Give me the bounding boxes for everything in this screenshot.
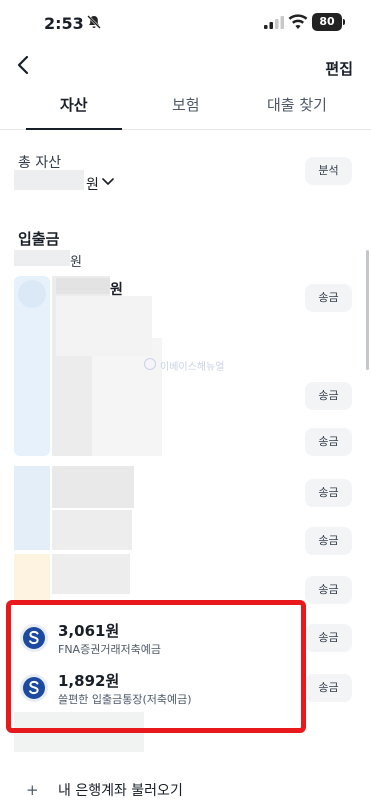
total-assets-label: 총 자산 <box>18 155 62 171</box>
blurred-account-region <box>14 554 50 600</box>
analysis-button[interactable]: 분석 <box>305 157 352 185</box>
account-amount-unit: 원 <box>110 282 123 298</box>
transfer-button[interactable]: 송금 <box>305 576 352 604</box>
edit-button[interactable]: 편집 <box>325 58 353 79</box>
account-name: FNA증권거래저축예금 <box>58 643 162 656</box>
total-assets-unit: 원 <box>86 177 99 193</box>
status-time: 2:53 <box>44 14 84 33</box>
transfer-button[interactable]: 송금 <box>305 624 352 652</box>
blurred-account-region <box>14 466 50 550</box>
blurred-section-amount <box>14 250 70 266</box>
account-name: 쓸편한 입출금통장(저축예금) <box>58 693 192 706</box>
active-tab-indicator <box>26 128 122 130</box>
bank-logo-icon <box>18 280 46 308</box>
deposit-section-title: 입출금 <box>18 230 60 248</box>
deposit-section-unit: 원 <box>70 255 82 270</box>
asset-tabs: 자산 보험 대출 찾기 <box>0 90 371 130</box>
blurred-total-amount <box>14 170 84 190</box>
scrollbar[interactable] <box>366 250 369 370</box>
battery-indicator: 80 <box>312 13 342 31</box>
transfer-button[interactable]: 송금 <box>305 674 352 702</box>
watermark-text: 이베이스해뉴얼 <box>160 362 225 373</box>
tab-assets[interactable]: 자산 <box>60 94 88 115</box>
blurred-account-region <box>52 466 134 508</box>
bank-logo-icon <box>20 624 48 652</box>
plus-icon[interactable]: + <box>26 781 39 799</box>
transfer-button[interactable]: 송금 <box>305 428 352 456</box>
watermark-logo-icon <box>144 358 156 370</box>
blurred-account-amount <box>56 278 110 294</box>
highlight-box <box>6 600 306 733</box>
bell-off-icon <box>87 15 101 29</box>
transfer-button[interactable]: 송금 <box>305 479 352 507</box>
account-balance: 3,061원 <box>58 622 120 640</box>
bank-logo-icon <box>20 674 48 702</box>
account-balance: 1,892원 <box>58 672 120 690</box>
blurred-account-region <box>52 510 132 550</box>
chevron-down-icon[interactable] <box>102 178 114 186</box>
back-arrow-icon[interactable] <box>12 52 38 78</box>
blurred-account-region <box>56 296 152 356</box>
tab-insurance[interactable]: 보험 <box>172 94 200 115</box>
import-bank-account-link[interactable]: 내 은행계좌 불러오기 <box>58 780 183 800</box>
wifi-icon <box>288 14 308 29</box>
transfer-button[interactable]: 송금 <box>305 527 352 555</box>
cellular-signal-icon <box>264 16 284 29</box>
transfer-button[interactable]: 송금 <box>305 382 352 410</box>
tab-find-loans[interactable]: 대출 찾기 <box>267 94 327 115</box>
status-bar: 2:53 80 <box>0 0 371 48</box>
battery-tip <box>343 19 345 25</box>
blurred-account-region <box>52 554 130 594</box>
transfer-button[interactable]: 송금 <box>305 284 352 312</box>
